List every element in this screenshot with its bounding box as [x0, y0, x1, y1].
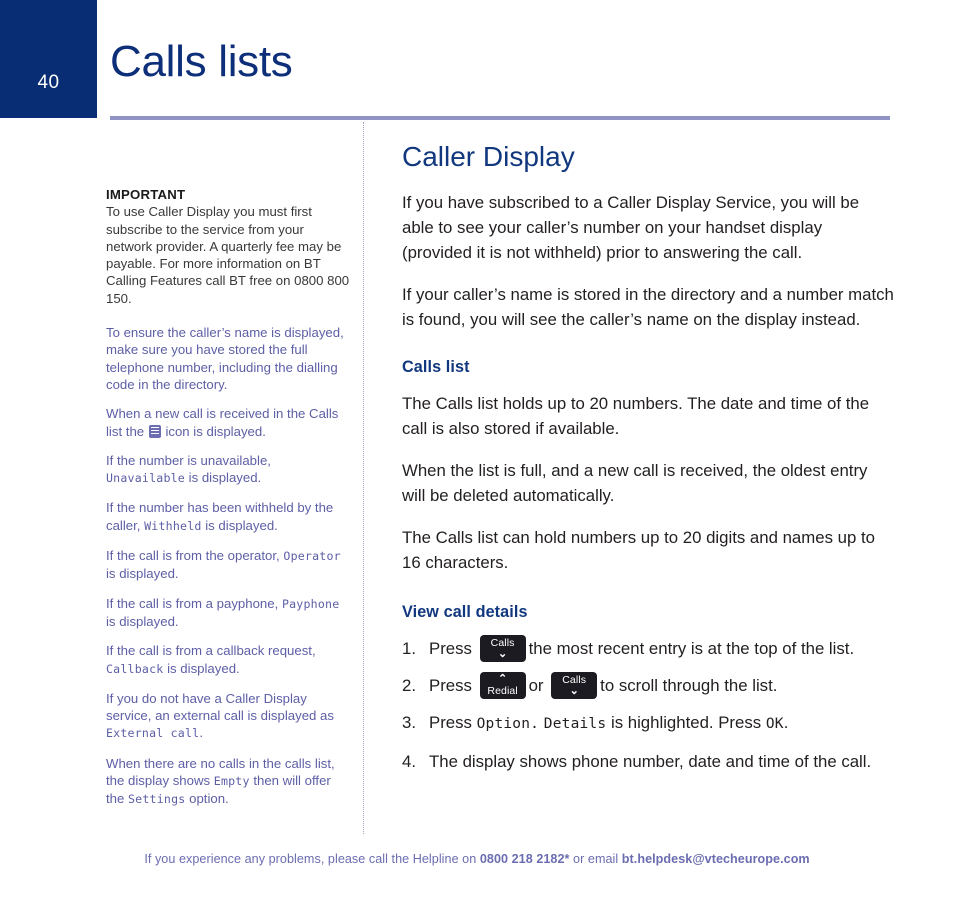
note-callback-text-before: If the call is from a callback request, [106, 643, 316, 659]
note-payphone-text-after: is displayed. [106, 613, 179, 629]
important-note-text: To use Caller Display you must first sub… [106, 204, 350, 306]
chevron-down-icon: ⌄ [497, 647, 508, 660]
subheading-view-call-details: View call details [402, 602, 528, 621]
note-directory: To ensure the caller’s name is displayed… [106, 324, 351, 393]
main-column: Caller Display If you have subscribed to… [402, 118, 894, 785]
note-unavailable-text-before: If the number is unavailable, [106, 452, 271, 468]
calls-list-icon [148, 424, 161, 438]
lcd-option: Option [476, 715, 531, 732]
note-operator-text-after: is displayed. [106, 566, 179, 582]
step-2: 2. Press ⌃ Redial or Calls ⌄ to scroll th… [402, 671, 894, 699]
subheading-calls-list: Calls list [402, 357, 470, 376]
step-4: 4. The display shows phone number, date a… [402, 748, 894, 775]
footer-text-before: If you experience any problems, please c… [144, 852, 480, 866]
redial-key-button[interactable]: ⌃ Redial [479, 671, 526, 699]
step-3-text-middle: is highlighted. Press [606, 712, 766, 732]
note-payphone-text-before: If the call is from a payphone, [106, 595, 282, 611]
lcd-callback: Callback [106, 661, 164, 676]
content-area: IMPORTANT To use Caller Display you must … [0, 118, 954, 838]
lcd-settings: Settings [128, 792, 186, 807]
note-external-text-before: If you do not have a Caller Display serv… [106, 690, 334, 724]
step-2-text-after: to scroll through the list. [600, 675, 778, 695]
note-new-call-icon: When a new call is received in the Calls… [106, 405, 351, 440]
paragraph-name-match: If your caller’s name is stored in the d… [402, 284, 894, 329]
important-note-heading: IMPORTANT [106, 187, 186, 202]
lcd-withheld: Withheld [144, 518, 202, 533]
step-2-text-before: Press [429, 675, 472, 695]
column-divider [363, 122, 365, 834]
note-empty-list: When there are no calls in the calls lis… [106, 755, 351, 809]
step-3-number: 3. [402, 712, 416, 732]
footer-text-middle: or email [569, 852, 622, 866]
steps-list: 1. Press Calls ⌄ the most recent entry is… [402, 634, 894, 775]
important-note: IMPORTANT To use Caller Display you must … [106, 186, 351, 307]
lcd-operator: Operator [283, 549, 341, 564]
step-1-text-before: Press [429, 638, 472, 658]
lcd-empty: Empty [213, 774, 250, 789]
calls-key-button[interactable]: Calls ⌄ [479, 634, 526, 662]
page-number-block: 40 [0, 0, 97, 118]
step-1-number: 1. [402, 638, 416, 658]
note-operator: If the call is from the operator, Operat… [106, 547, 351, 583]
paragraph-calls-list-capacity: The Calls list holds up to 20 numbers. T… [402, 393, 870, 438]
step-2-number: 2. [402, 675, 416, 695]
note-external-text-after: . [199, 725, 204, 741]
note-withheld: If the number has been withheld by the c… [106, 499, 351, 535]
note-directory-text: To ensure the caller’s name is displayed… [106, 325, 344, 392]
note-withheld-text-after: is displayed. [201, 517, 278, 533]
note-callback-text-after: is displayed. [163, 660, 240, 676]
step-3-text-after: . [783, 712, 789, 732]
calls-key-label: Calls [490, 636, 515, 649]
note-empty-part3: option. [185, 791, 229, 807]
paragraph-caller-display-service: If you have subscribed to a Caller Displ… [402, 192, 860, 262]
step-3-separator: . [530, 715, 540, 732]
footer-helpline-number: 0800 218 2182* [479, 852, 570, 866]
lcd-details: Details [543, 715, 607, 732]
step-1-text-after: the most recent entry is at the top of t… [528, 638, 855, 658]
lcd-payphone: Payphone [281, 596, 340, 611]
step-4-number: 4. [402, 751, 416, 771]
page-header: 40 Calls lists [0, 0, 954, 120]
paragraph-calls-list-full: When the list is full, and a new call is… [402, 460, 868, 505]
calls-key-label-2: Calls [562, 673, 587, 686]
step-3-text-before: Press [429, 712, 472, 732]
note-external-call: If you do not have a Caller Display serv… [106, 690, 351, 743]
redial-key-label: Redial [487, 684, 518, 697]
note-unavailable: If the number is unavailable, Unavailabl… [106, 452, 351, 488]
note-unavailable-text-after: is displayed. [184, 470, 262, 486]
paragraph-calls-list-limits: The Calls list can hold numbers up to 20… [402, 527, 875, 572]
step-3: 3. Press Option. Details is highlighted. … [402, 709, 894, 738]
sidebar-notes: IMPORTANT To use Caller Display you must … [106, 118, 351, 821]
step-1: 1. Press Calls ⌄ the most recent entry is… [402, 634, 894, 662]
main-heading: Caller Display [402, 141, 575, 172]
note-operator-text-before: If the call is from the operator, [106, 548, 284, 564]
note-new-call-text-after: icon is displayed. [161, 423, 266, 439]
page-number: 40 [37, 72, 60, 93]
lcd-external-call: External call [106, 726, 200, 741]
chevron-up-icon: ⌃ [497, 672, 508, 685]
chevron-down-icon-2: ⌄ [569, 684, 579, 697]
footer-email-link[interactable]: bt.helpdesk@vtecheurope.com [622, 852, 810, 866]
calls-key-button-2[interactable]: Calls ⌄ [551, 671, 598, 699]
lcd-ok: OK [765, 715, 784, 732]
note-payphone: If the call is from a payphone, Payphone… [106, 595, 351, 631]
step-2-text-middle: or [528, 675, 544, 695]
page-title: Calls lists [110, 37, 293, 86]
step-4-text: The display shows phone number, date and… [429, 751, 872, 771]
note-callback: If the call is from a callback request, … [106, 642, 351, 678]
lcd-unavailable: Unavailable [106, 471, 185, 486]
page-footer: If you experience any problems, please c… [0, 852, 954, 866]
